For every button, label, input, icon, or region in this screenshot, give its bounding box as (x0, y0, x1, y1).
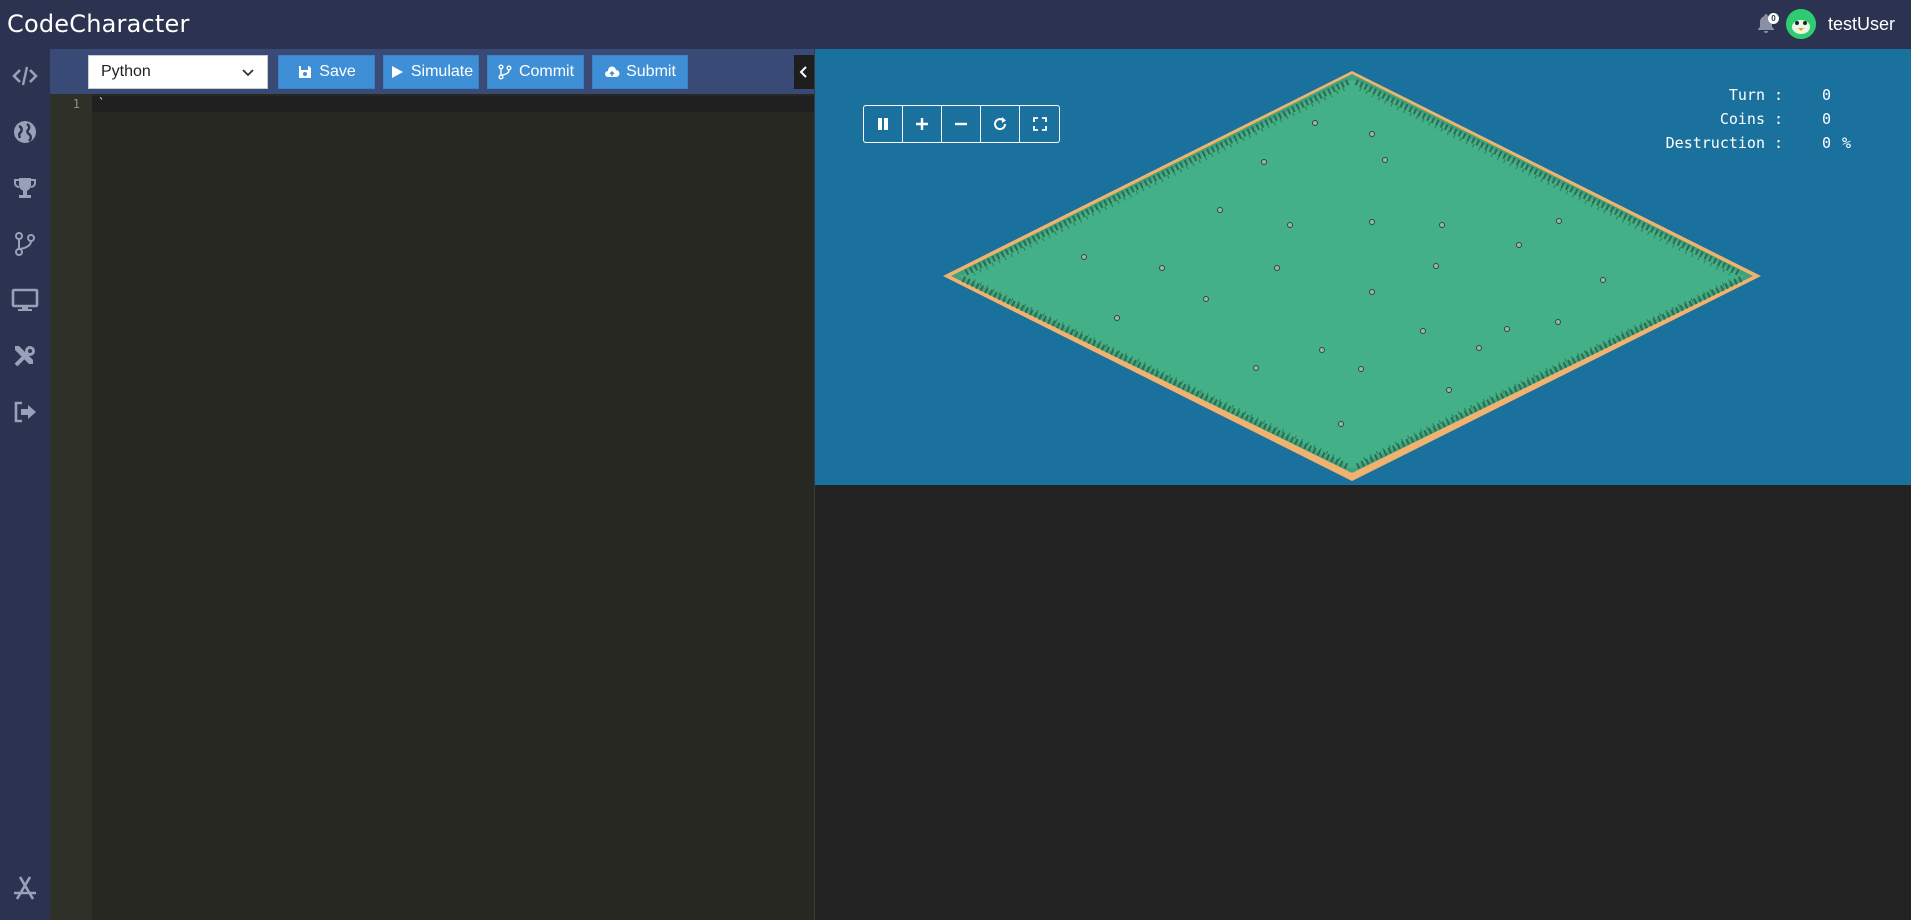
monitor-icon[interactable] (8, 283, 42, 317)
play-icon (391, 66, 403, 78)
stat-unit (1831, 83, 1851, 107)
notification-badge: 0 (1767, 13, 1779, 24)
fullscreen-button[interactable] (1020, 106, 1059, 142)
line-number: 1 (72, 97, 80, 111)
globe-icon[interactable] (8, 115, 42, 149)
chevron-left-icon (799, 66, 807, 78)
branch-icon (498, 64, 512, 80)
code-editor-pane: Python Save Simulate Commit Submit 1 ` (50, 49, 815, 920)
avatar[interactable] (1785, 9, 1816, 39)
pause-icon (878, 118, 888, 130)
stat-value: 0 (1821, 86, 1831, 104)
username[interactable]: testUser (1828, 14, 1895, 35)
stat-label: Destruction (1665, 134, 1765, 152)
simulate-button[interactable]: Simulate (383, 55, 479, 89)
plus-icon (916, 118, 928, 130)
signout-icon[interactable] (8, 395, 42, 429)
stat-unit (1831, 107, 1851, 131)
zoom-in-button[interactable] (903, 106, 942, 142)
stat-label: Coins (1719, 110, 1765, 128)
simulate-label: Simulate (410, 63, 474, 80)
minus-icon (955, 122, 967, 126)
stat-value: 0 (1821, 134, 1831, 152)
stat-turn: Turn :0 (1666, 83, 1851, 107)
user-area: 0 testUser (1754, 7, 1895, 41)
submit-label: Submit (626, 63, 676, 80)
notification-bell-icon[interactable]: 0 (1754, 12, 1779, 36)
language-select[interactable]: Python (88, 55, 268, 89)
save-label: Save (319, 63, 356, 80)
line-gutter: 1 (50, 94, 92, 920)
code-icon[interactable] (8, 59, 42, 93)
zoom-out-button[interactable] (942, 106, 981, 142)
stat-coins: Coins :0 (1666, 107, 1851, 131)
active-line-highlight (92, 96, 815, 112)
playback-controls (863, 105, 1060, 143)
stat-value: 0 (1821, 110, 1831, 128)
language-select-value: Python (101, 63, 151, 80)
output-console[interactable] (815, 485, 1911, 920)
code-line[interactable]: ` (98, 96, 105, 110)
top-navbar: CodeCharacter 0 testUser (0, 0, 1911, 49)
restart-button[interactable] (981, 106, 1020, 142)
editor-toolbar: Python Save Simulate Commit Submit (50, 49, 815, 94)
tools-icon[interactable] (8, 339, 42, 373)
game-stats: Turn :0 Coins :0 Destruction :0% (1666, 83, 1851, 155)
branch-icon[interactable] (8, 227, 42, 261)
app-title[interactable]: CodeCharacter (7, 10, 190, 38)
commit-label: Commit (518, 63, 575, 80)
cloud-upload-icon (605, 66, 620, 77)
game-viewer[interactable]: Turn :0 Coins :0 Destruction :0% (815, 49, 1911, 485)
expand-icon (1032, 117, 1047, 131)
stat-destruction: Destruction :0% (1666, 131, 1851, 155)
floppy-icon (299, 66, 312, 78)
pause-button[interactable] (864, 106, 903, 142)
trophy-icon[interactable] (8, 171, 42, 205)
sidebar (0, 49, 50, 920)
submit-button[interactable]: Submit (592, 55, 688, 89)
app-store-icon[interactable] (8, 871, 42, 905)
save-button[interactable]: Save (278, 55, 375, 89)
stat-label: Turn (1728, 86, 1765, 104)
redo-icon (994, 117, 1007, 131)
chevron-down-icon (242, 69, 254, 77)
commit-button[interactable]: Commit (487, 55, 584, 89)
stat-unit: % (1841, 134, 1851, 152)
